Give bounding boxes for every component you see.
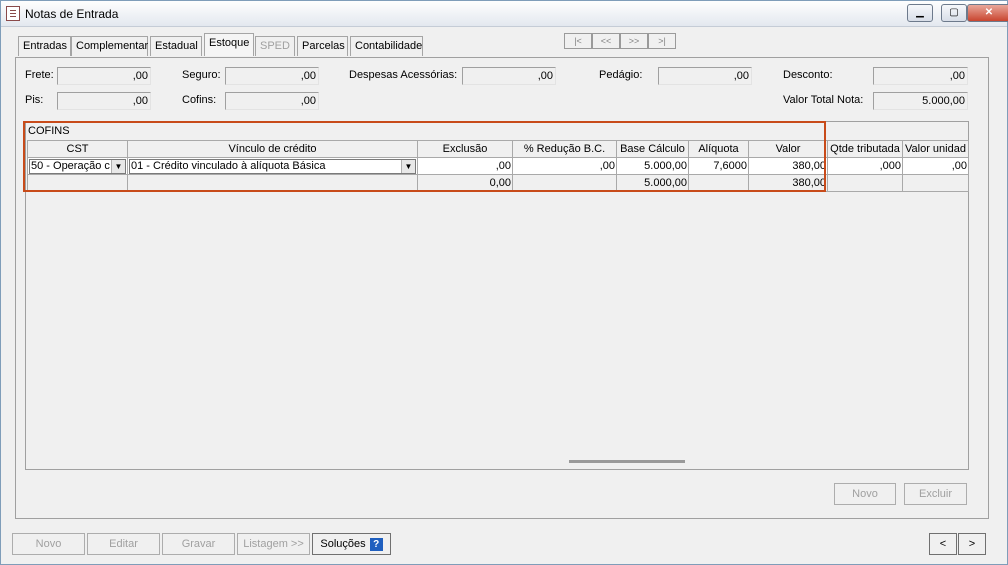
main-window: Notas de Entrada ▁ ▢ ✕ Entradas Compleme… — [0, 0, 1008, 565]
pedagio-field[interactable]: ,00 — [658, 67, 752, 85]
highlight-box — [23, 121, 826, 192]
frete-label: Frete: — [25, 69, 54, 81]
document-icon — [6, 6, 20, 21]
pedagio-label: Pedágio: — [599, 69, 643, 81]
tab-estoque[interactable]: Estoque — [204, 33, 254, 56]
last-record-button[interactable]: >| — [648, 33, 676, 49]
next-record-button[interactable]: >> — [620, 33, 648, 49]
desconto-label: Desconto: — [783, 69, 833, 81]
seguro-label: Seguro: — [182, 69, 221, 81]
valor-total-field: 5.000,00 — [873, 92, 968, 110]
valor-total-label: Valor Total Nota: — [783, 94, 864, 106]
next-page-button[interactable]: > — [958, 533, 986, 555]
close-button[interactable]: ✕ — [967, 4, 1008, 22]
grid-new-button[interactable]: Novo — [834, 483, 896, 505]
desconto-field[interactable]: ,00 — [873, 67, 968, 85]
first-record-button[interactable]: |< — [564, 33, 592, 49]
tab-parcelas[interactable]: Parcelas — [297, 36, 348, 56]
new-button[interactable]: Novo — [12, 533, 85, 555]
col-header-qtde[interactable]: Qtde tributada — [827, 140, 903, 158]
solutions-button[interactable]: Soluções? — [312, 533, 391, 555]
listing-button[interactable]: Listagem >> — [237, 533, 310, 555]
help-icon: ? — [369, 537, 383, 551]
qtde-cell[interactable]: ,000 — [827, 157, 903, 175]
edit-button[interactable]: Editar — [87, 533, 160, 555]
tab-contabilidade[interactable]: Contabilidade — [350, 36, 423, 56]
tab-entradas[interactable]: Entradas — [18, 36, 71, 56]
cofins-label: Cofins: — [182, 94, 217, 106]
cofins-field[interactable]: ,00 — [225, 92, 319, 110]
solutions-label: Soluções — [320, 538, 366, 550]
valor-unid-cell[interactable]: ,00 — [902, 157, 969, 175]
col-header-valor-unid[interactable]: Valor unidad — [902, 140, 969, 158]
title-bar: Notas de Entrada ▁ ▢ ✕ — [1, 1, 1008, 27]
frete-field[interactable]: ,00 — [57, 67, 151, 85]
tab-complementar[interactable]: Complementar — [71, 36, 148, 56]
seguro-field[interactable]: ,00 — [225, 67, 319, 85]
grid-delete-button[interactable]: Excluir — [904, 483, 967, 505]
window-title: Notas de Entrada — [25, 7, 119, 21]
despesas-field[interactable]: ,00 — [462, 67, 556, 85]
pis-field[interactable]: ,00 — [57, 92, 151, 110]
despesas-label: Despesas Acessórias: — [349, 69, 458, 81]
maximize-button[interactable]: ▢ — [941, 4, 967, 22]
horizontal-scrollbar[interactable] — [569, 460, 685, 463]
tab-sped[interactable]: SPED — [255, 36, 295, 56]
tab-estadual[interactable]: Estadual — [150, 36, 202, 56]
minimize-button[interactable]: ▁ — [907, 4, 933, 22]
previous-record-button[interactable]: << — [592, 33, 620, 49]
save-button[interactable]: Gravar — [162, 533, 235, 555]
previous-page-button[interactable]: < — [929, 533, 957, 555]
pis-label: Pis: — [25, 94, 44, 106]
